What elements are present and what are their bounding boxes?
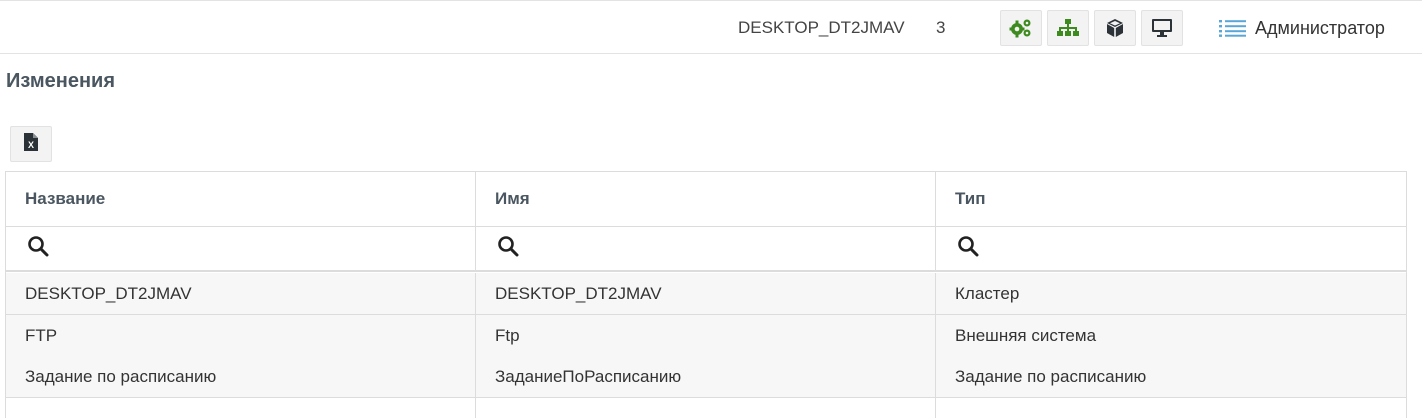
gears-icon <box>1009 18 1033 38</box>
table-header: Название Имя Тип <box>6 172 1406 227</box>
user-menu[interactable]: Администратор <box>1219 15 1385 41</box>
cell-type: Внешняя система <box>955 325 1097 345</box>
top-bar: DESKTOP_DT2JMAV 3 Администратор <box>0 0 1422 54</box>
cube-icon <box>1105 18 1125 38</box>
filter-type[interactable] <box>936 227 1406 270</box>
cell-name: DESKTOP_DT2JMAV <box>476 273 936 314</box>
monitor-icon <box>1151 18 1173 38</box>
page-title: Изменения <box>6 70 115 92</box>
filter-row <box>6 227 1406 272</box>
host-name[interactable]: DESKTOP_DT2JMAV <box>738 18 905 38</box>
table-row[interactable]: FTP Ftp Внешняя система <box>6 315 1406 357</box>
cell-type: Кластер <box>955 283 1020 303</box>
list-icon <box>1219 19 1246 37</box>
sitemap-icon <box>1056 18 1080 38</box>
cell-title: DESKTOP_DT2JMAV <box>6 273 476 314</box>
table-row[interactable]: Задание по расписанию ЗаданиеПоРасписани… <box>6 356 1406 398</box>
empty-row <box>6 398 1406 418</box>
table-row[interactable]: DESKTOP_DT2JMAV DESKTOP_DT2JMAV Кластер <box>6 273 1406 315</box>
filter-name[interactable] <box>476 227 936 270</box>
packages-button[interactable] <box>1094 10 1136 46</box>
column-header-name[interactable]: Имя <box>476 172 936 226</box>
export-excel-button[interactable]: X <box>10 126 52 162</box>
column-header-type[interactable]: Тип <box>936 172 1406 226</box>
cell-type: Задание по расписанию <box>955 366 1147 386</box>
user-name: Администратор <box>1255 17 1385 38</box>
search-icon[interactable] <box>957 235 979 262</box>
filter-title[interactable] <box>6 227 476 270</box>
cell-name: ЗаданиеПоРасписанию <box>476 356 936 397</box>
structure-button[interactable] <box>1047 10 1089 46</box>
column-header-title[interactable]: Название <box>6 172 476 226</box>
notification-count[interactable]: 3 <box>936 18 945 38</box>
cell-title: Задание по расписанию <box>6 356 476 397</box>
excel-file-icon: X <box>23 132 39 157</box>
changes-table: Название Имя Тип DESKTOP_DT2JMAV DESKTOP… <box>5 171 1407 418</box>
search-icon[interactable] <box>497 235 519 262</box>
svg-text:X: X <box>28 140 34 150</box>
display-button[interactable] <box>1141 10 1183 46</box>
search-icon[interactable] <box>27 235 49 262</box>
cell-title: FTP <box>6 315 476 356</box>
cell-name: Ftp <box>476 315 936 356</box>
settings-button[interactable] <box>1000 10 1042 46</box>
